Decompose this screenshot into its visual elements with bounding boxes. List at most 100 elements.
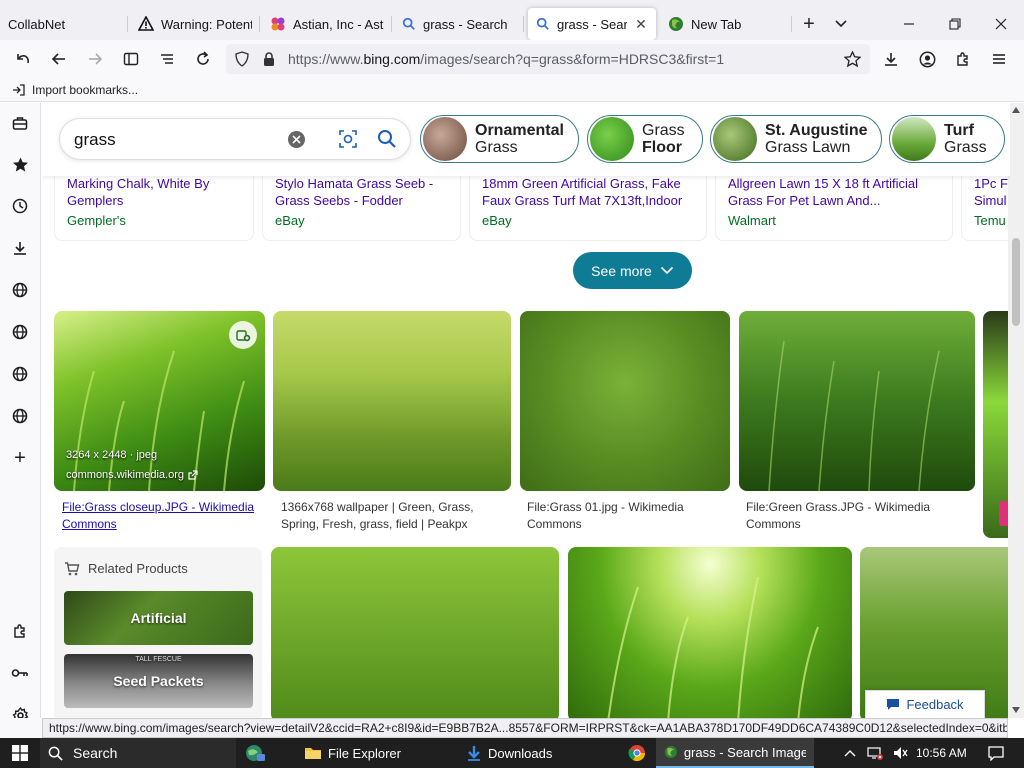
sidebar-toggle-button[interactable] xyxy=(116,44,146,74)
widgets-button[interactable] xyxy=(236,738,274,768)
grass-image-tile[interactable] xyxy=(271,547,559,718)
taskbar-chrome[interactable] xyxy=(620,738,654,768)
tab-label: grass - Search xyxy=(557,16,627,32)
taskbar-downloads[interactable]: Downloads xyxy=(458,738,618,768)
related-search-chip[interactable]: Ornamental Grass xyxy=(420,115,579,163)
tab-grass-search[interactable]: grass - Search xyxy=(394,8,524,40)
search-input[interactable]: grass xyxy=(74,130,116,150)
extensions-button[interactable] xyxy=(948,44,978,74)
shopping-card[interactable]: Marking Chalk, White By Gemplers Gempler… xyxy=(54,169,254,241)
see-more-button[interactable]: See more xyxy=(573,252,692,289)
scrollbar-thumb[interactable] xyxy=(1012,238,1020,326)
chevron-up-icon xyxy=(844,750,856,757)
related-product-artificial[interactable]: Artificial xyxy=(64,591,253,645)
downloads-button[interactable] xyxy=(876,44,906,74)
reader-list-button[interactable] xyxy=(152,44,182,74)
grass-image-tile[interactable] xyxy=(520,311,730,491)
search-icon xyxy=(402,17,415,30)
related-search-chip[interactable]: Turf Grass xyxy=(889,115,1005,163)
briefcase-icon[interactable] xyxy=(8,111,32,135)
chip-text: St. Augustine Grass Lawn xyxy=(765,122,868,156)
close-tab-icon[interactable]: ✕ xyxy=(634,16,648,33)
image-caption-link[interactable]: File:Grass closeup.JPG - Wikimedia Commo… xyxy=(62,499,262,533)
undo-close-button[interactable] xyxy=(8,44,38,74)
list-tabs-button[interactable] xyxy=(826,10,856,38)
related-product-seed-packets[interactable]: TALL FESCUE Seed Packets xyxy=(64,654,253,708)
tab-new-tab[interactable]: New Tab xyxy=(660,8,792,40)
new-tab-button[interactable]: + xyxy=(794,10,824,38)
related-search-chip[interactable]: St. Augustine Grass Lawn xyxy=(710,115,882,163)
search-box[interactable]: grass xyxy=(60,119,410,159)
grass-image-tile[interactable] xyxy=(739,311,975,491)
start-button[interactable] xyxy=(4,738,36,768)
product-title[interactable]: 1Pc F Simul xyxy=(974,175,1010,209)
taskbar-file-explorer[interactable]: File Explorer xyxy=(296,738,454,768)
search-icon xyxy=(536,17,549,30)
history-icon[interactable] xyxy=(8,194,32,218)
visual-search-icon[interactable] xyxy=(338,129,358,149)
image-caption[interactable]: File:Grass 01.jpg - Wikimedia Commons xyxy=(527,499,727,533)
shopping-card[interactable]: Allgreen Lawn 15 X 18 ft Artificial Gras… xyxy=(715,169,953,241)
globe-icon[interactable] xyxy=(8,278,32,302)
lock-icon[interactable] xyxy=(262,51,276,67)
shopping-card[interactable]: Stylo Hamata Grass Seeb - Grass Seebs - … xyxy=(262,169,461,241)
arrow-left-icon xyxy=(51,53,65,65)
scroll-down-icon[interactable] xyxy=(1012,707,1020,713)
shopping-card[interactable]: 1Pc F Simul Temu xyxy=(961,169,1010,241)
cart-icon xyxy=(65,561,80,575)
image-source-link[interactable]: commons.wikimedia.org xyxy=(66,469,198,481)
clear-search-icon[interactable] xyxy=(288,131,305,148)
minimize-button[interactable] xyxy=(894,10,924,38)
clock[interactable]: 10:56 AM xyxy=(908,738,975,768)
import-bookmarks-link[interactable]: Import bookmarks... xyxy=(32,83,138,97)
image-source-text: commons.wikimedia.org xyxy=(66,469,184,481)
tab-collabnet[interactable]: CollabNet xyxy=(0,8,128,40)
taskbar-search[interactable]: Search xyxy=(40,738,236,768)
star-icon[interactable] xyxy=(8,152,32,176)
taskbar-active-window[interactable]: grass - Search Images... xyxy=(656,738,814,768)
tab-grass-search-active[interactable]: grass - Search ✕ xyxy=(528,8,656,40)
page-scrollbar[interactable] xyxy=(1008,103,1024,718)
search-icon[interactable] xyxy=(377,129,397,149)
bookmarks-toolbar: Import bookmarks... xyxy=(0,78,1024,102)
grass-image-tile[interactable] xyxy=(568,547,852,718)
feedback-icon xyxy=(887,699,900,710)
plus-icon[interactable]: + xyxy=(8,446,32,470)
grass-image-tile[interactable] xyxy=(273,311,511,491)
product-title[interactable]: 18mm Green Artificial Grass, Fake Faux G… xyxy=(482,175,694,209)
close-window-button[interactable] xyxy=(986,10,1016,38)
image-caption[interactable]: File:Green Grass.JPG - Wikimedia Commons xyxy=(746,499,972,533)
tab-warning[interactable]: Warning: Potentia xyxy=(130,8,260,40)
product-title[interactable]: Marking Chalk, White By Gemplers xyxy=(67,175,241,209)
collection-add-icon[interactable] xyxy=(229,321,257,349)
star-icon[interactable] xyxy=(844,51,861,67)
shield-icon[interactable] xyxy=(234,51,250,67)
globe-icon[interactable] xyxy=(8,362,32,386)
feedback-button[interactable]: Feedback xyxy=(865,690,985,718)
menu-button[interactable] xyxy=(984,44,1014,74)
forward-button[interactable] xyxy=(80,44,110,74)
shopping-card[interactable]: 18mm Green Artificial Grass, Fake Faux G… xyxy=(469,169,707,241)
download-icon[interactable] xyxy=(8,236,32,260)
image-caption[interactable]: 1366x768 wallpaper | Green, Grass, Sprin… xyxy=(281,499,507,533)
globe-icon[interactable] xyxy=(8,320,32,344)
url-bar[interactable]: https://www.bing.com/images/search?q=gra… xyxy=(226,44,870,74)
grass-image-tile[interactable] xyxy=(983,311,1010,538)
product-title[interactable]: Stylo Hamata Grass Seeb - Grass Seebs - … xyxy=(275,175,448,209)
restore-button[interactable] xyxy=(940,10,970,38)
tab-astian[interactable]: Astian, Inc - Astia xyxy=(262,8,392,40)
chip-text: Turf Grass xyxy=(944,122,987,156)
reload-button[interactable] xyxy=(188,44,218,74)
scroll-up-icon[interactable] xyxy=(1012,107,1020,113)
puzzle-icon[interactable] xyxy=(8,619,32,643)
notifications-icon[interactable] xyxy=(980,738,1012,768)
related-search-chip[interactable]: Grass Floor xyxy=(587,115,703,163)
puzzle-icon xyxy=(957,52,968,66)
key-icon[interactable] xyxy=(8,661,32,685)
grass-image-tile[interactable]: 3264 x 2448 · jpeg commons.wikimedia.org xyxy=(54,311,265,491)
back-button[interactable] xyxy=(44,44,74,74)
account-button[interactable] xyxy=(912,44,942,74)
product-title[interactable]: Allgreen Lawn 15 X 18 ft Artificial Gras… xyxy=(728,175,940,209)
globe-icon[interactable] xyxy=(8,404,32,428)
reload-icon xyxy=(197,51,209,65)
